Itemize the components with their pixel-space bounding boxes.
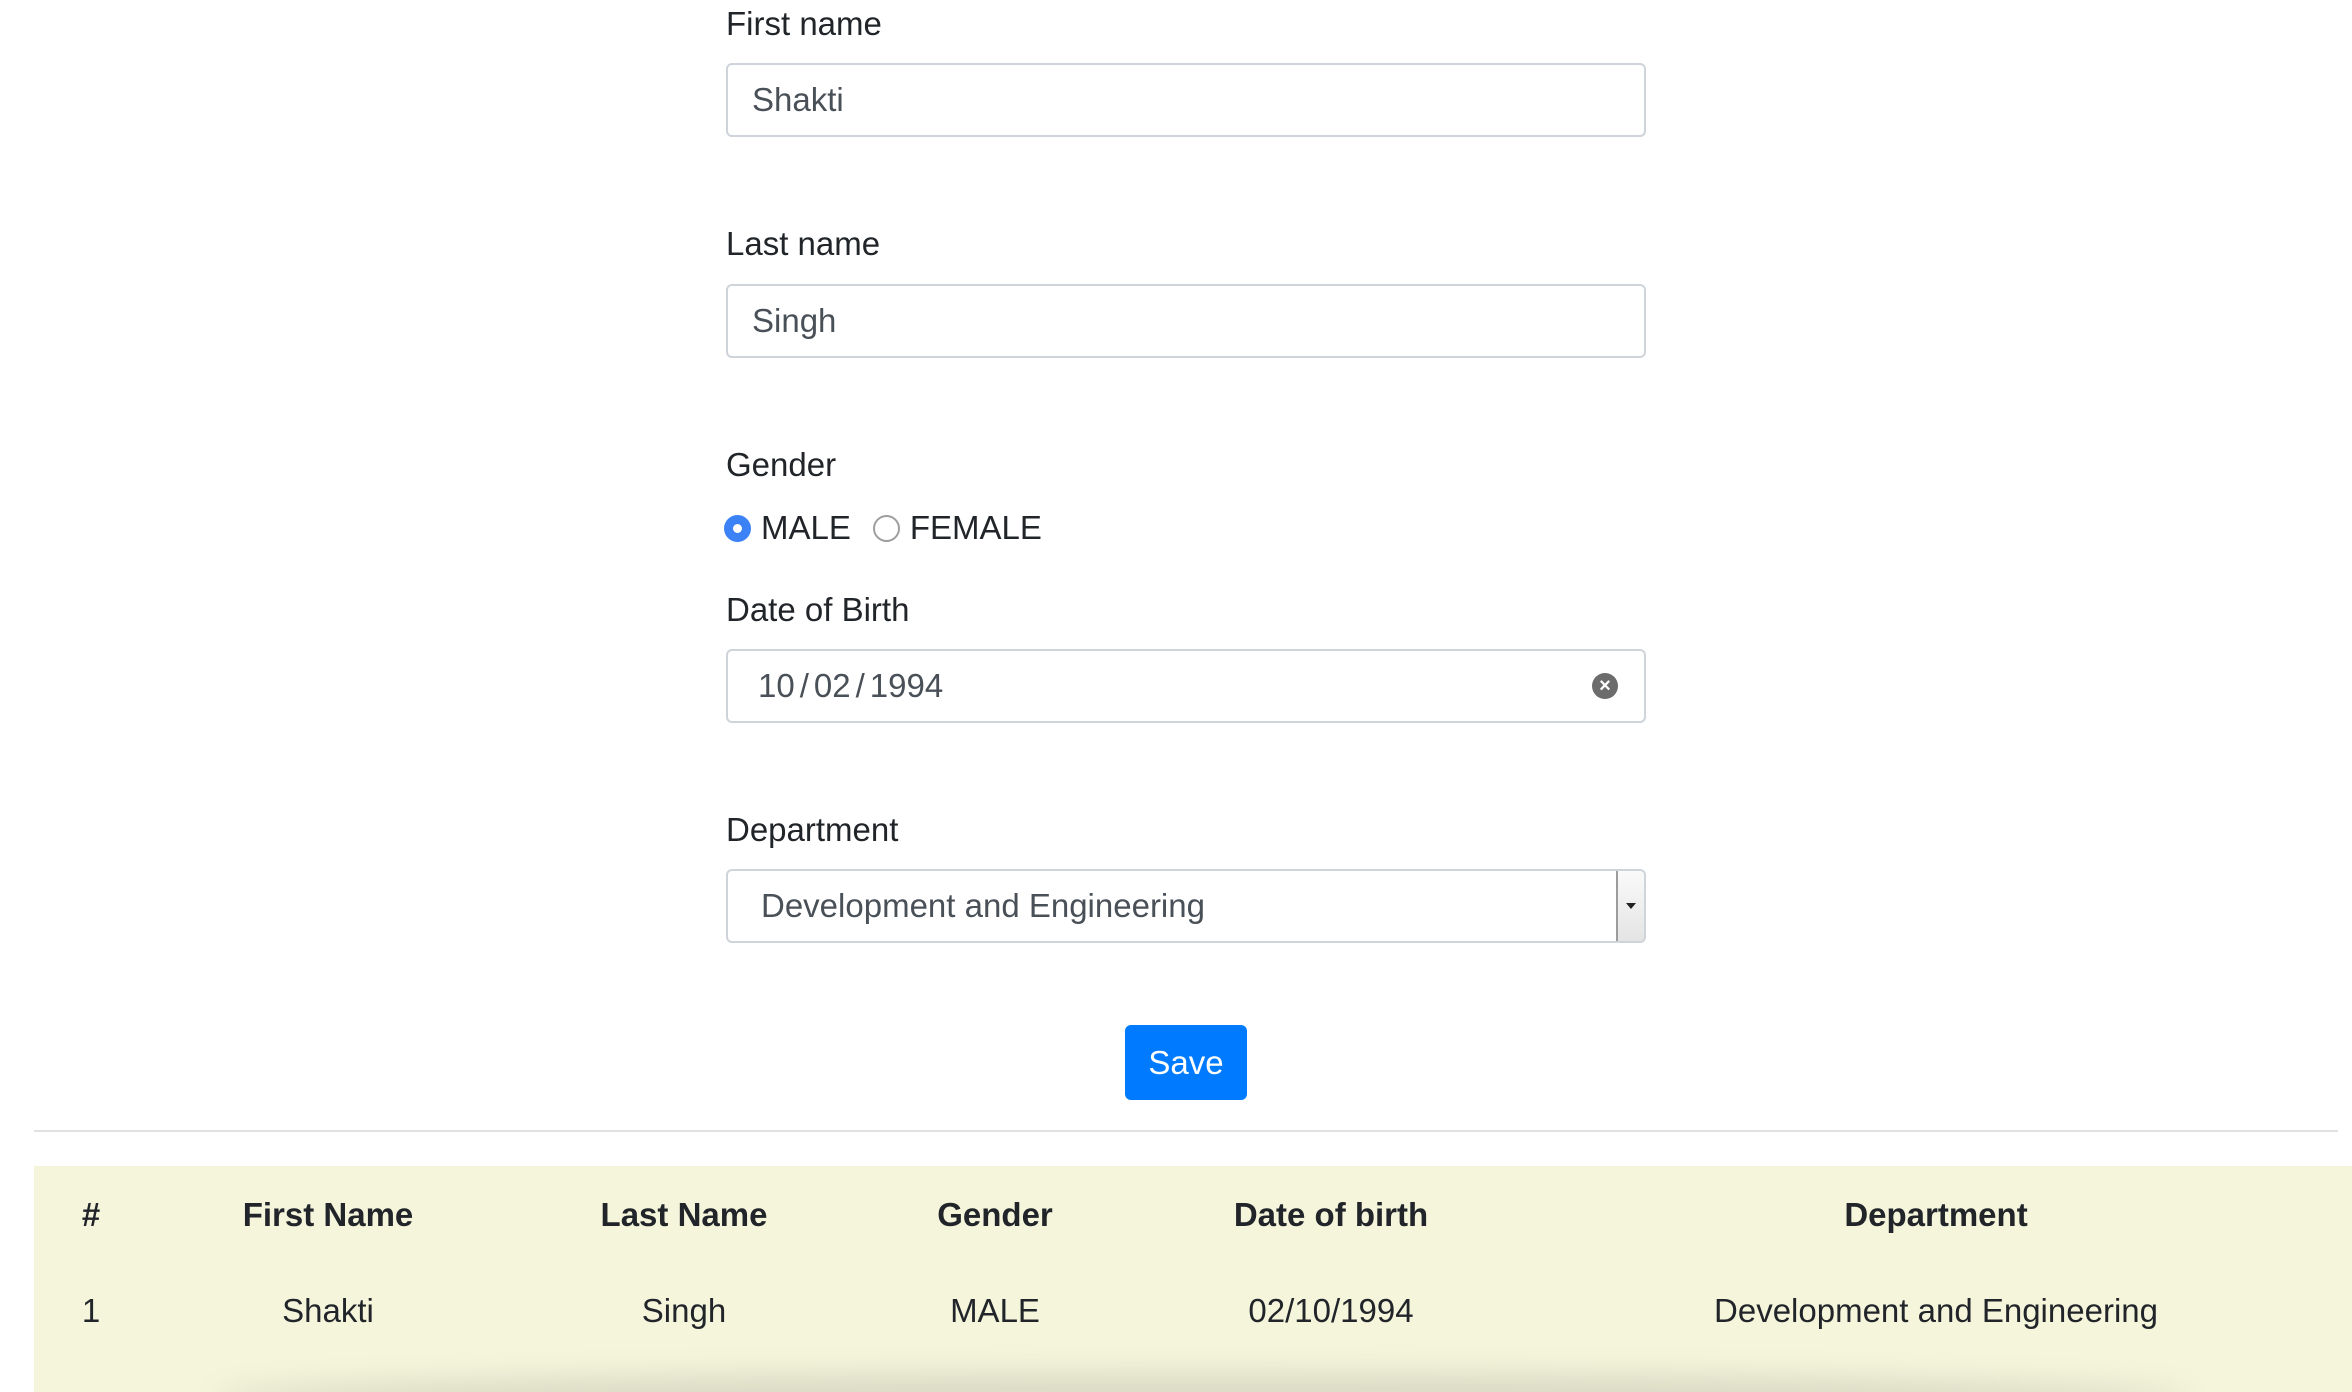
table-shadow [214,1372,2192,1392]
dob-input[interactable]: 10 / 02 / 1994 × [726,649,1646,723]
save-button[interactable]: Save [1125,1025,1247,1100]
table-header-gender: Gender [937,1196,1053,1233]
dob-separator: / [799,667,809,704]
dob-separator: / [855,667,865,704]
table-cell-gender: MALE [950,1292,1040,1329]
chevron-down-icon[interactable] [1616,871,1644,941]
dob-month[interactable]: 10 [758,667,795,705]
dob-day[interactable]: 02 [814,667,851,705]
table-cell-first-name: Shakti [282,1292,374,1329]
table-header-index: # [81,1196,101,1233]
table-cell-dob: 02/10/1994 [1248,1292,1414,1329]
employee-form-page: First name Shakti Last name Singh Gender… [0,0,2352,1392]
divider [34,1130,2338,1132]
female-radio[interactable] [872,514,900,542]
table-header-department: Department [1844,1196,2028,1233]
first-name-input[interactable]: Shakti [726,63,1646,137]
last-name-label: Last name [726,225,881,262]
first-name-label: First name [726,5,882,42]
department-selected-value: Development and Engineering [761,887,1205,924]
female-radio-label[interactable]: FEMALE [910,509,1042,547]
table-header-dob: Date of birth [1233,1196,1429,1233]
gender-radio-group: MALE FEMALE [724,508,1064,548]
dob-label: Date of Birth [726,591,910,628]
department-label: Department [726,811,899,848]
table-header-last-name: Last Name [600,1196,768,1233]
table-cell-last-name: Singh [641,1292,727,1329]
clear-circle-icon[interactable]: × [1592,673,1618,699]
table-header-first-name: First Name [242,1196,414,1233]
table-cell-index: 1 [81,1292,101,1329]
male-radio[interactable] [724,514,751,542]
table-cell-department: Development and Engineering [1714,1292,2158,1329]
gender-label: Gender [726,446,837,483]
last-name-input[interactable]: Singh [726,284,1646,358]
employee-table: # First Name Last Name Gender Date of bi… [34,1166,2352,1392]
dob-year[interactable]: 1994 [870,667,943,705]
department-select[interactable]: Development and Engineering [726,869,1646,943]
male-radio-label[interactable]: MALE [761,509,851,547]
